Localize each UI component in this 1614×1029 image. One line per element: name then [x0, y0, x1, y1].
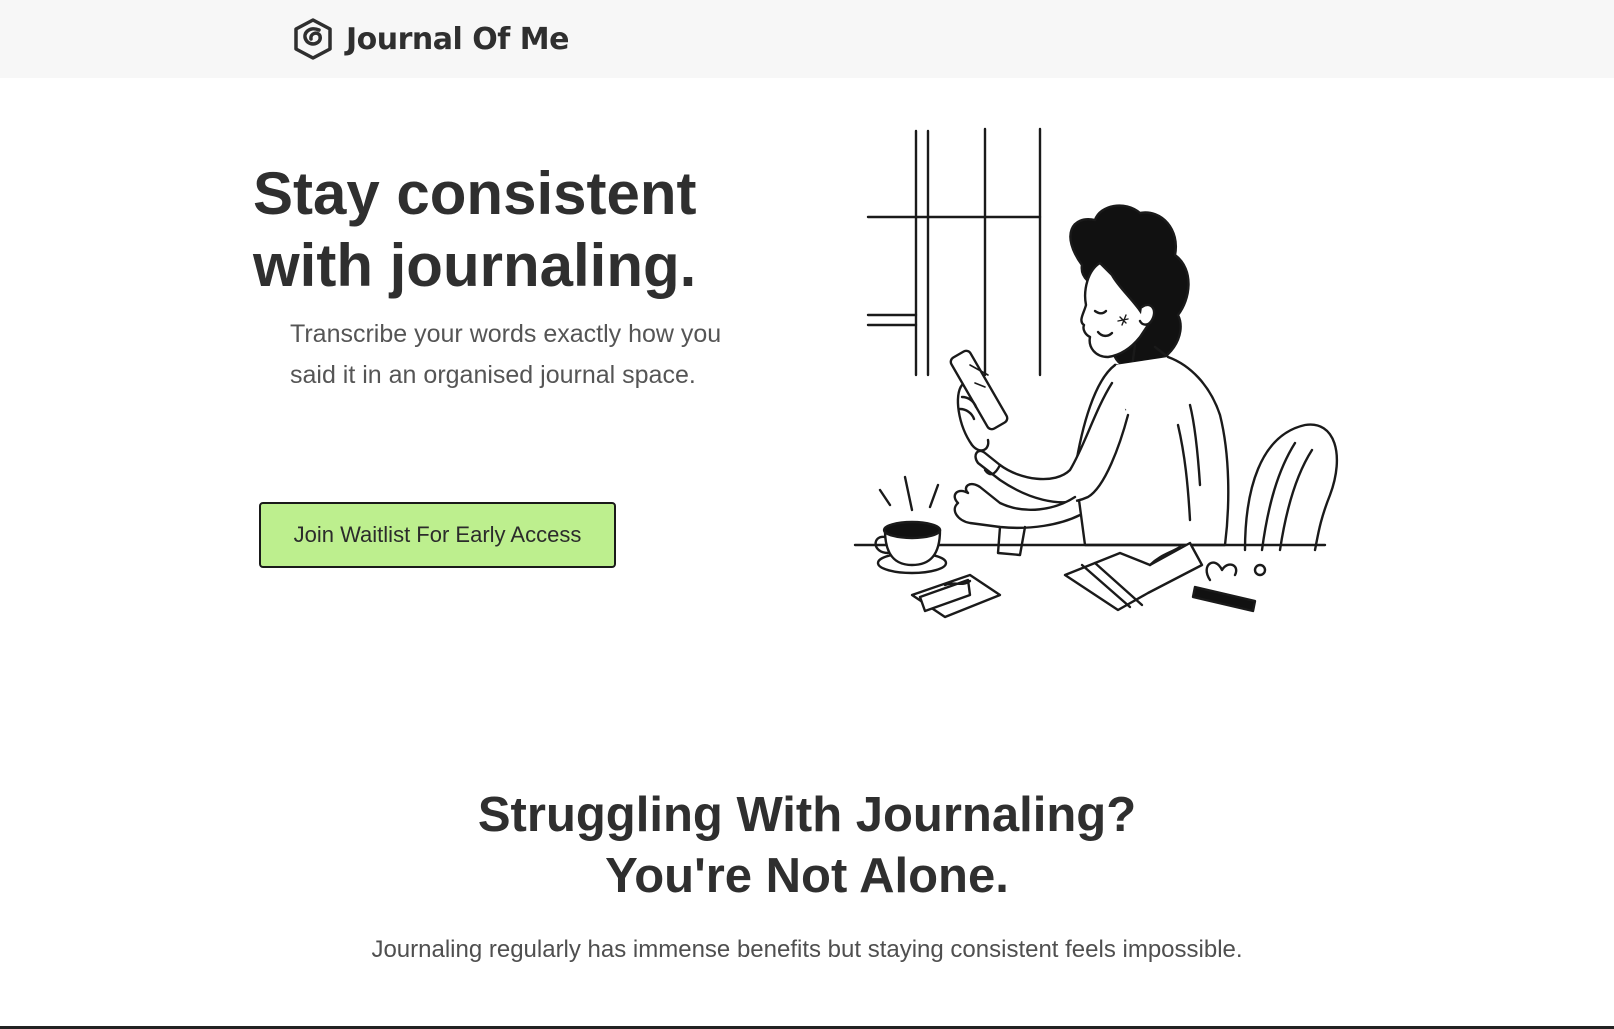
brand-home-link[interactable]: Journal Of Me	[290, 14, 569, 64]
section-title-line2: You're Not Alone.	[605, 849, 1009, 903]
top-navbar: Journal Of Me	[0, 0, 1614, 78]
hero-subtitle: Transcribe your words exactly how you sa…	[290, 320, 722, 389]
small-notebook	[910, 573, 1002, 619]
brand-name: Journal Of Me	[346, 21, 569, 57]
chair	[1243, 423, 1338, 552]
woman-journaling-illustration	[853, 127, 1338, 619]
pen-and-doodles	[1191, 561, 1267, 613]
phone	[949, 349, 1009, 431]
hero-title: Stay consistent with journaling.	[253, 160, 697, 299]
section-subtitle: Journaling regularly has immense benefit…	[371, 936, 1243, 963]
section-title: Struggling With Journaling? You're Not A…	[0, 785, 1614, 907]
open-journal	[1063, 541, 1204, 612]
join-waitlist-button[interactable]: Join Waitlist For Early Access	[259, 502, 616, 568]
window-frame	[866, 127, 1042, 377]
spiral-logo-icon	[294, 18, 332, 60]
section-title-line1: Struggling With Journaling?	[477, 788, 1137, 842]
coffee-cup	[874, 475, 948, 575]
